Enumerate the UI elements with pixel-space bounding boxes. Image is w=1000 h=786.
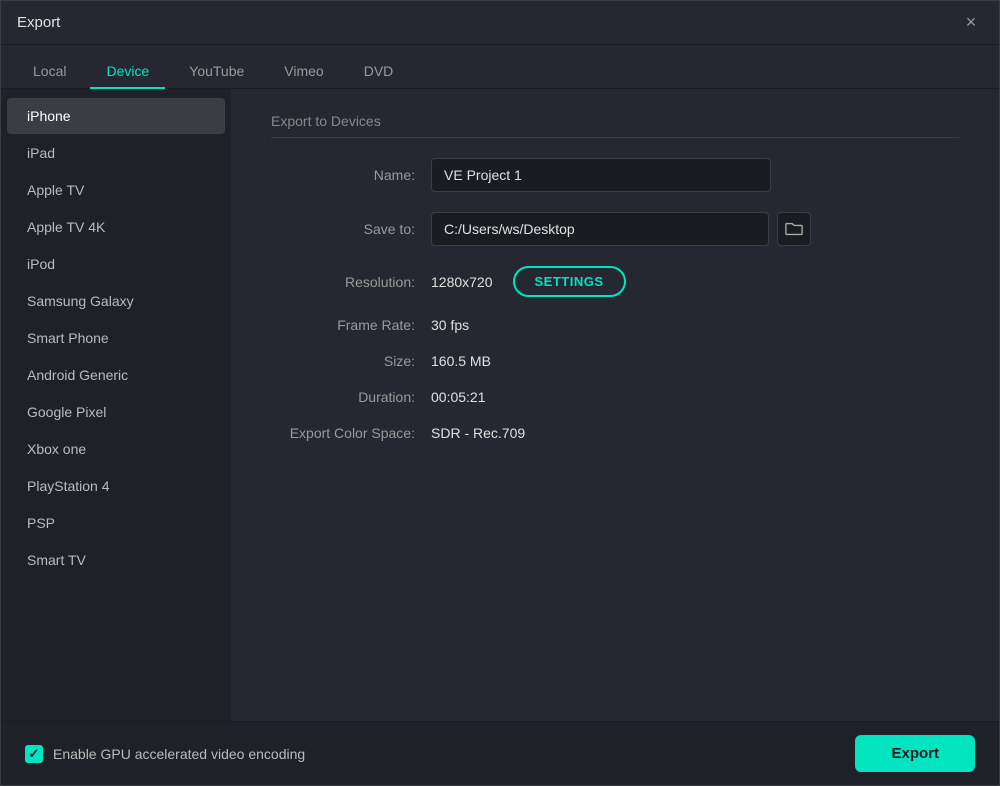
tab-vimeo[interactable]: Vimeo xyxy=(268,55,339,89)
gpu-label: Enable GPU accelerated video encoding xyxy=(53,746,305,762)
size-value: 160.5 MB xyxy=(431,353,491,369)
name-input[interactable] xyxy=(431,158,771,192)
tab-youtube[interactable]: YouTube xyxy=(173,55,260,89)
sidebar-item-psp[interactable]: PSP xyxy=(7,505,225,541)
gpu-checkbox-row[interactable]: ✓ Enable GPU accelerated video encoding xyxy=(25,745,305,763)
tab-device[interactable]: Device xyxy=(90,55,165,89)
settings-button[interactable]: SETTINGS xyxy=(513,266,626,297)
sidebar-item-android-generic[interactable]: Android Generic xyxy=(7,357,225,393)
check-icon: ✓ xyxy=(29,746,40,762)
size-label: Size: xyxy=(271,353,431,369)
section-title: Export to Devices xyxy=(271,113,959,138)
name-row: Name: xyxy=(271,158,959,192)
color-space-label: Export Color Space: xyxy=(271,425,431,441)
sidebar-item-google-pixel[interactable]: Google Pixel xyxy=(7,394,225,430)
duration-label: Duration: xyxy=(271,389,431,405)
sidebar-item-smart-tv[interactable]: Smart TV xyxy=(7,542,225,578)
device-sidebar: iPhone iPad Apple TV Apple TV 4K iPod Sa… xyxy=(1,89,231,721)
sidebar-item-apple-tv-4k[interactable]: Apple TV 4K xyxy=(7,209,225,245)
resolution-control: 1280x720 SETTINGS xyxy=(431,266,626,297)
title-bar: Export × xyxy=(1,1,999,45)
save-to-control xyxy=(431,212,811,246)
size-row: Size: 160.5 MB xyxy=(271,353,959,369)
save-to-row: Save to: xyxy=(271,212,959,246)
sidebar-item-samsung-galaxy[interactable]: Samsung Galaxy xyxy=(7,283,225,319)
content-area: iPhone iPad Apple TV Apple TV 4K iPod Sa… xyxy=(1,89,999,721)
window-title: Export xyxy=(17,14,60,31)
bottom-bar: ✓ Enable GPU accelerated video encoding … xyxy=(1,721,999,785)
gpu-checkbox[interactable]: ✓ xyxy=(25,745,43,763)
tab-bar: Local Device YouTube Vimeo DVD xyxy=(1,45,999,89)
duration-row: Duration: 00:05:21 xyxy=(271,389,959,405)
resolution-label: Resolution: xyxy=(271,274,431,290)
resolution-row: Resolution: 1280x720 SETTINGS xyxy=(271,266,959,297)
color-space-value: SDR - Rec.709 xyxy=(431,425,525,441)
save-to-label: Save to: xyxy=(271,221,431,237)
frame-rate-value: 30 fps xyxy=(431,317,469,333)
name-label: Name: xyxy=(271,167,431,183)
tab-dvd[interactable]: DVD xyxy=(348,55,410,89)
duration-value: 00:05:21 xyxy=(431,389,486,405)
tab-local[interactable]: Local xyxy=(17,55,82,89)
save-to-input[interactable] xyxy=(431,212,769,246)
export-window: Export × Local Device YouTube Vimeo DVD … xyxy=(0,0,1000,786)
frame-rate-row: Frame Rate: 30 fps xyxy=(271,317,959,333)
export-button[interactable]: Export xyxy=(855,735,975,772)
frame-rate-label: Frame Rate: xyxy=(271,317,431,333)
sidebar-item-playstation-4[interactable]: PlayStation 4 xyxy=(7,468,225,504)
sidebar-item-xbox-one[interactable]: Xbox one xyxy=(7,431,225,467)
resolution-value: 1280x720 xyxy=(431,274,493,290)
color-space-row: Export Color Space: SDR - Rec.709 xyxy=(271,425,959,441)
sidebar-item-apple-tv[interactable]: Apple TV xyxy=(7,172,225,208)
sidebar-item-iphone[interactable]: iPhone xyxy=(7,98,225,134)
browse-folder-button[interactable] xyxy=(777,212,811,246)
main-panel: Export to Devices Name: Save to: xyxy=(231,89,999,721)
close-button[interactable]: × xyxy=(959,11,983,35)
sidebar-item-ipod[interactable]: iPod xyxy=(7,246,225,282)
sidebar-item-smart-phone[interactable]: Smart Phone xyxy=(7,320,225,356)
sidebar-item-ipad[interactable]: iPad xyxy=(7,135,225,171)
